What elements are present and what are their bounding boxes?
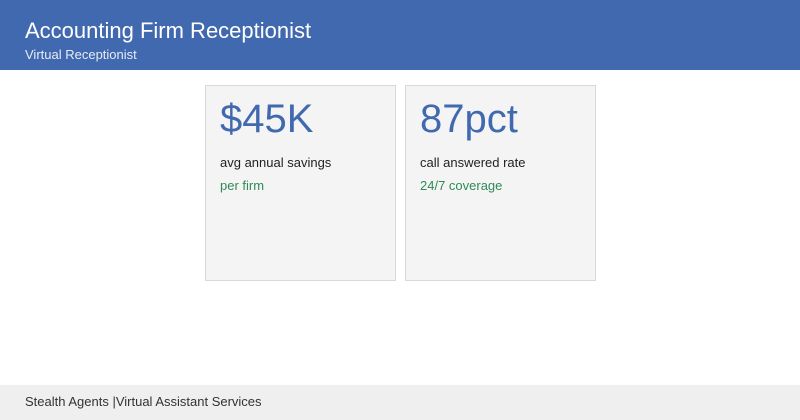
stat-value: $45K bbox=[220, 97, 314, 141]
stat-value: 87pct bbox=[420, 97, 518, 141]
stats-cards: $45K avg annual savings per firm 87pct c… bbox=[205, 85, 597, 281]
stat-card-savings: $45K avg annual savings per firm bbox=[205, 85, 396, 281]
page-subtitle: Virtual Receptionist bbox=[25, 47, 137, 62]
page: Accounting Firm Receptionist Virtual Rec… bbox=[0, 0, 800, 420]
stat-label: call answered rate bbox=[420, 155, 526, 170]
footer-bar: Stealth Agents |Virtual Assistant Servic… bbox=[0, 385, 800, 420]
page-title: Accounting Firm Receptionist bbox=[25, 18, 312, 43]
stat-note: 24/7 coverage bbox=[420, 178, 503, 193]
header-banner: Accounting Firm Receptionist Virtual Rec… bbox=[0, 0, 800, 70]
stat-note: per firm bbox=[220, 178, 265, 193]
stat-label: avg annual savings bbox=[220, 155, 332, 170]
footer-text: Stealth Agents |Virtual Assistant Servic… bbox=[25, 394, 262, 409]
stat-card-answer-rate: 87pct call answered rate 24/7 coverage bbox=[405, 85, 596, 281]
